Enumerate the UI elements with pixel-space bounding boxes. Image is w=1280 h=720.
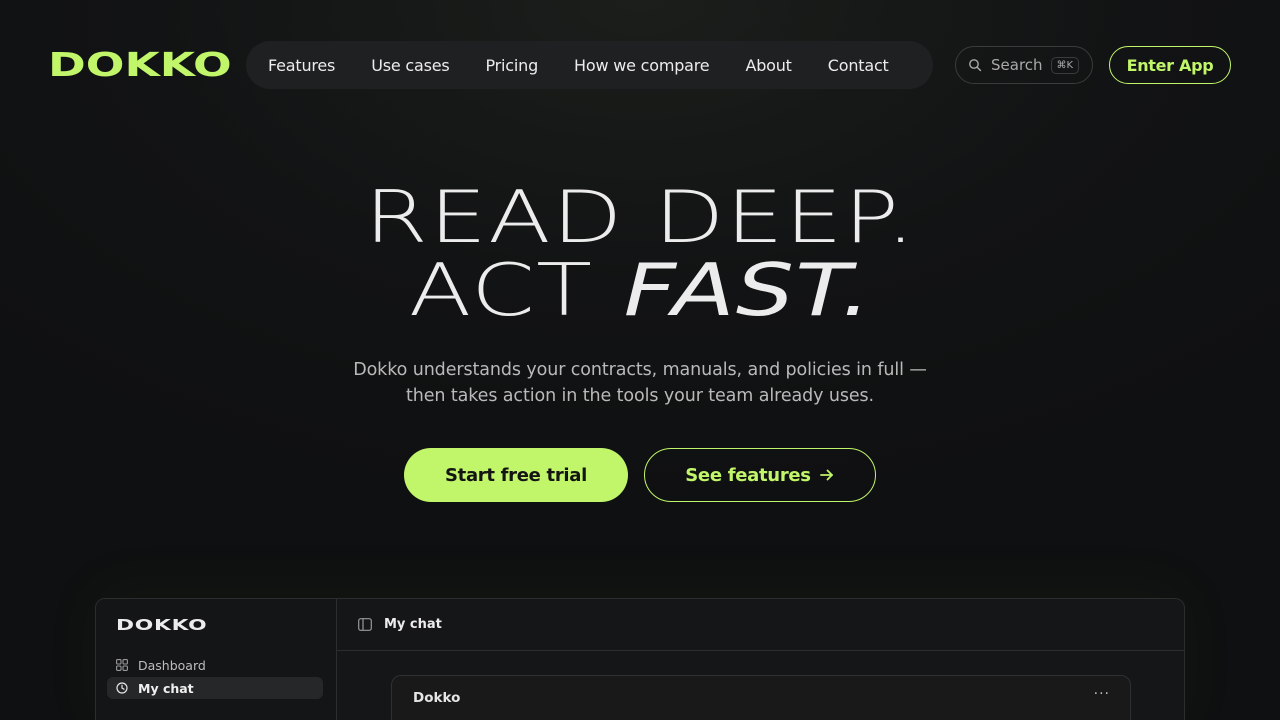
nav-link-how-we-compare[interactable]: How we compare: [574, 56, 710, 75]
search-label: Search: [991, 56, 1043, 74]
sidebar-item-label: My chat: [138, 680, 194, 696]
nav-link-about[interactable]: About: [745, 56, 792, 75]
hero-subtitle: Dokko understands your contracts, manual…: [353, 360, 927, 406]
nav-link-pricing[interactable]: Pricing: [486, 56, 539, 75]
grid-icon: [116, 659, 128, 671]
preview-header: My chat: [337, 599, 1184, 651]
main-nav: Features Use cases Pricing How we compar…: [246, 41, 933, 89]
app-preview: DOKKO Dashboard My chat My chat Dokko ··…: [95, 598, 1185, 720]
nav-link-features[interactable]: Features: [268, 56, 335, 75]
hero-headline-line2: ACT FAST.: [408, 248, 872, 332]
clock-icon: [116, 682, 128, 694]
preview-sidebar: DOKKO Dashboard My chat: [96, 599, 337, 720]
arrow-right-icon: [819, 469, 833, 481]
chat-card: Dokko ···: [391, 675, 1131, 720]
sidebar-item-label: Dashboard: [138, 657, 206, 673]
hero-headline-line1: READ DEEP.: [364, 175, 916, 259]
see-features-button[interactable]: See features: [644, 448, 876, 502]
preview-logo: DOKKO: [116, 616, 208, 634]
chat-card-name: Dokko: [413, 690, 461, 706]
nav-link-contact[interactable]: Contact: [828, 56, 889, 75]
sidebar-item-dashboard[interactable]: Dashboard: [107, 654, 323, 676]
more-options-icon[interactable]: ···: [1094, 686, 1110, 702]
preview-title: My chat: [384, 617, 442, 632]
brand-logo[interactable]: DOKKO: [48, 47, 232, 83]
sidebar-toggle-icon[interactable]: [358, 618, 372, 631]
search-shortcut: ⌘K: [1050, 56, 1080, 74]
see-features-label: See features: [685, 464, 811, 486]
search-icon: [969, 59, 982, 72]
hero-emphasis: FAST.: [623, 248, 872, 332]
nav-link-use-cases[interactable]: Use cases: [371, 56, 449, 75]
search-button[interactable]: Search ⌘K: [955, 46, 1093, 84]
start-free-trial-button[interactable]: Start free trial: [404, 448, 628, 502]
enter-app-button[interactable]: Enter App: [1109, 46, 1231, 84]
sidebar-item-my-chat[interactable]: My chat: [107, 677, 323, 699]
